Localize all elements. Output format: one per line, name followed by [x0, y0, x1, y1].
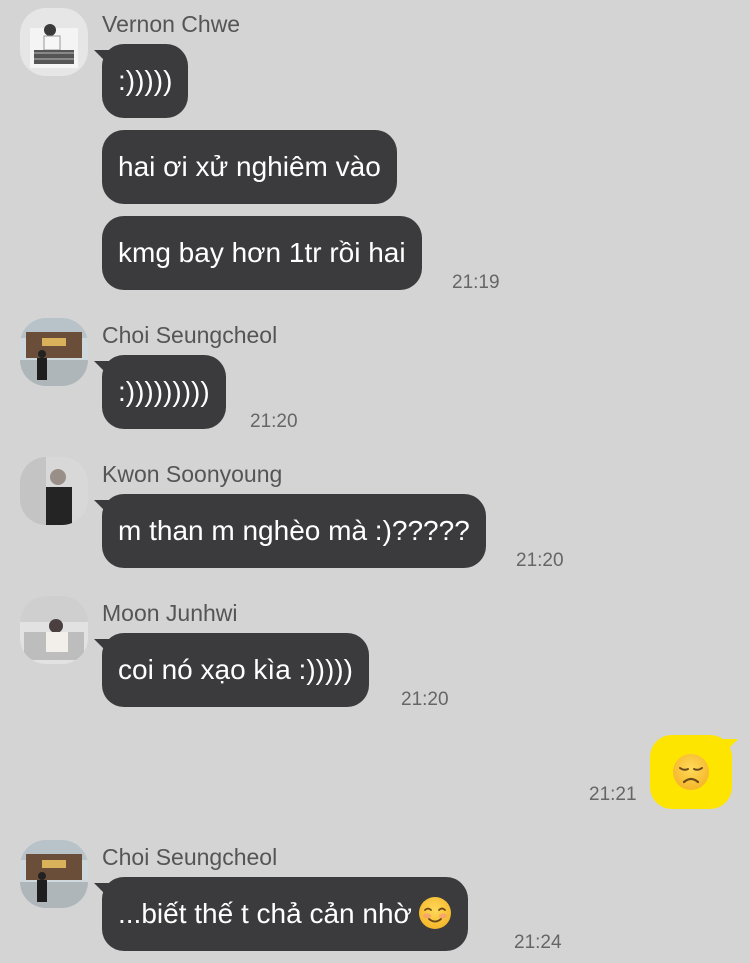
- message-timestamp: 21:20: [516, 550, 564, 571]
- message-timestamp: 21:19: [452, 272, 500, 293]
- sender-name: Kwon Soonyoung: [102, 461, 283, 487]
- message-text: :))))))))): [118, 376, 210, 407]
- message-bubble[interactable]: coi nó xạo kìa :))))): [102, 633, 369, 707]
- message-bubble[interactable]: hai ơi xử nghiêm vào: [102, 130, 397, 204]
- message-text: hai ơi xử nghiêm vào: [118, 151, 381, 182]
- sender-name: Choi Seungcheol: [102, 844, 278, 870]
- message-text: coi nó xạo kìa :))))): [118, 654, 353, 685]
- chat-thread: Vernon Chwe :))))) hai ơi xử nghiêm vào …: [0, 0, 750, 963]
- avatar-choi-seungcheol[interactable]: [20, 840, 88, 908]
- message-text: ...biết thế t chả cản nhờ: [118, 898, 412, 929]
- sender-name: Vernon Chwe: [102, 11, 241, 37]
- sender-name: Choi Seungcheol: [102, 322, 278, 348]
- avatar-moon-junhwi[interactable]: [20, 596, 88, 664]
- avatar-photo-icon: [20, 840, 88, 908]
- avatar-kwon-soonyoung[interactable]: [20, 457, 88, 525]
- message-bubble[interactable]: m than m nghèo mà :)?????: [102, 494, 486, 568]
- message-bubble[interactable]: :))))))))): [102, 355, 226, 429]
- avatar-photo-icon: [20, 8, 88, 76]
- avatar-photo-icon: [20, 457, 88, 525]
- message-bubble[interactable]: kmg bay hơn 1tr rồi hai: [102, 216, 422, 290]
- message-text: m than m nghèo mà :)?????: [118, 515, 470, 546]
- message-timestamp: 21:20: [250, 411, 298, 432]
- message-text: kmg bay hơn 1tr rồi hai: [118, 237, 406, 268]
- message-timestamp: 21:24: [514, 932, 562, 953]
- message-timestamp: 21:20: [401, 689, 449, 710]
- avatar-choi-seungcheol[interactable]: [20, 318, 88, 386]
- disappointed-face-icon: [673, 754, 709, 790]
- sender-name: Moon Junhwi: [102, 600, 238, 626]
- smiling-face-icon: [418, 896, 451, 929]
- avatar-photo-icon: [20, 318, 88, 386]
- message-timestamp: 21:21: [589, 784, 637, 805]
- avatar-vernon-chwe[interactable]: [20, 8, 88, 76]
- message-text: :))))): [118, 65, 173, 96]
- message-bubble[interactable]: ...biết thế t chả cản nhờ: [102, 877, 468, 951]
- message-bubble[interactable]: :))))): [102, 44, 189, 118]
- avatar-photo-icon: [20, 596, 88, 664]
- outgoing-message-bubble[interactable]: [650, 735, 732, 809]
